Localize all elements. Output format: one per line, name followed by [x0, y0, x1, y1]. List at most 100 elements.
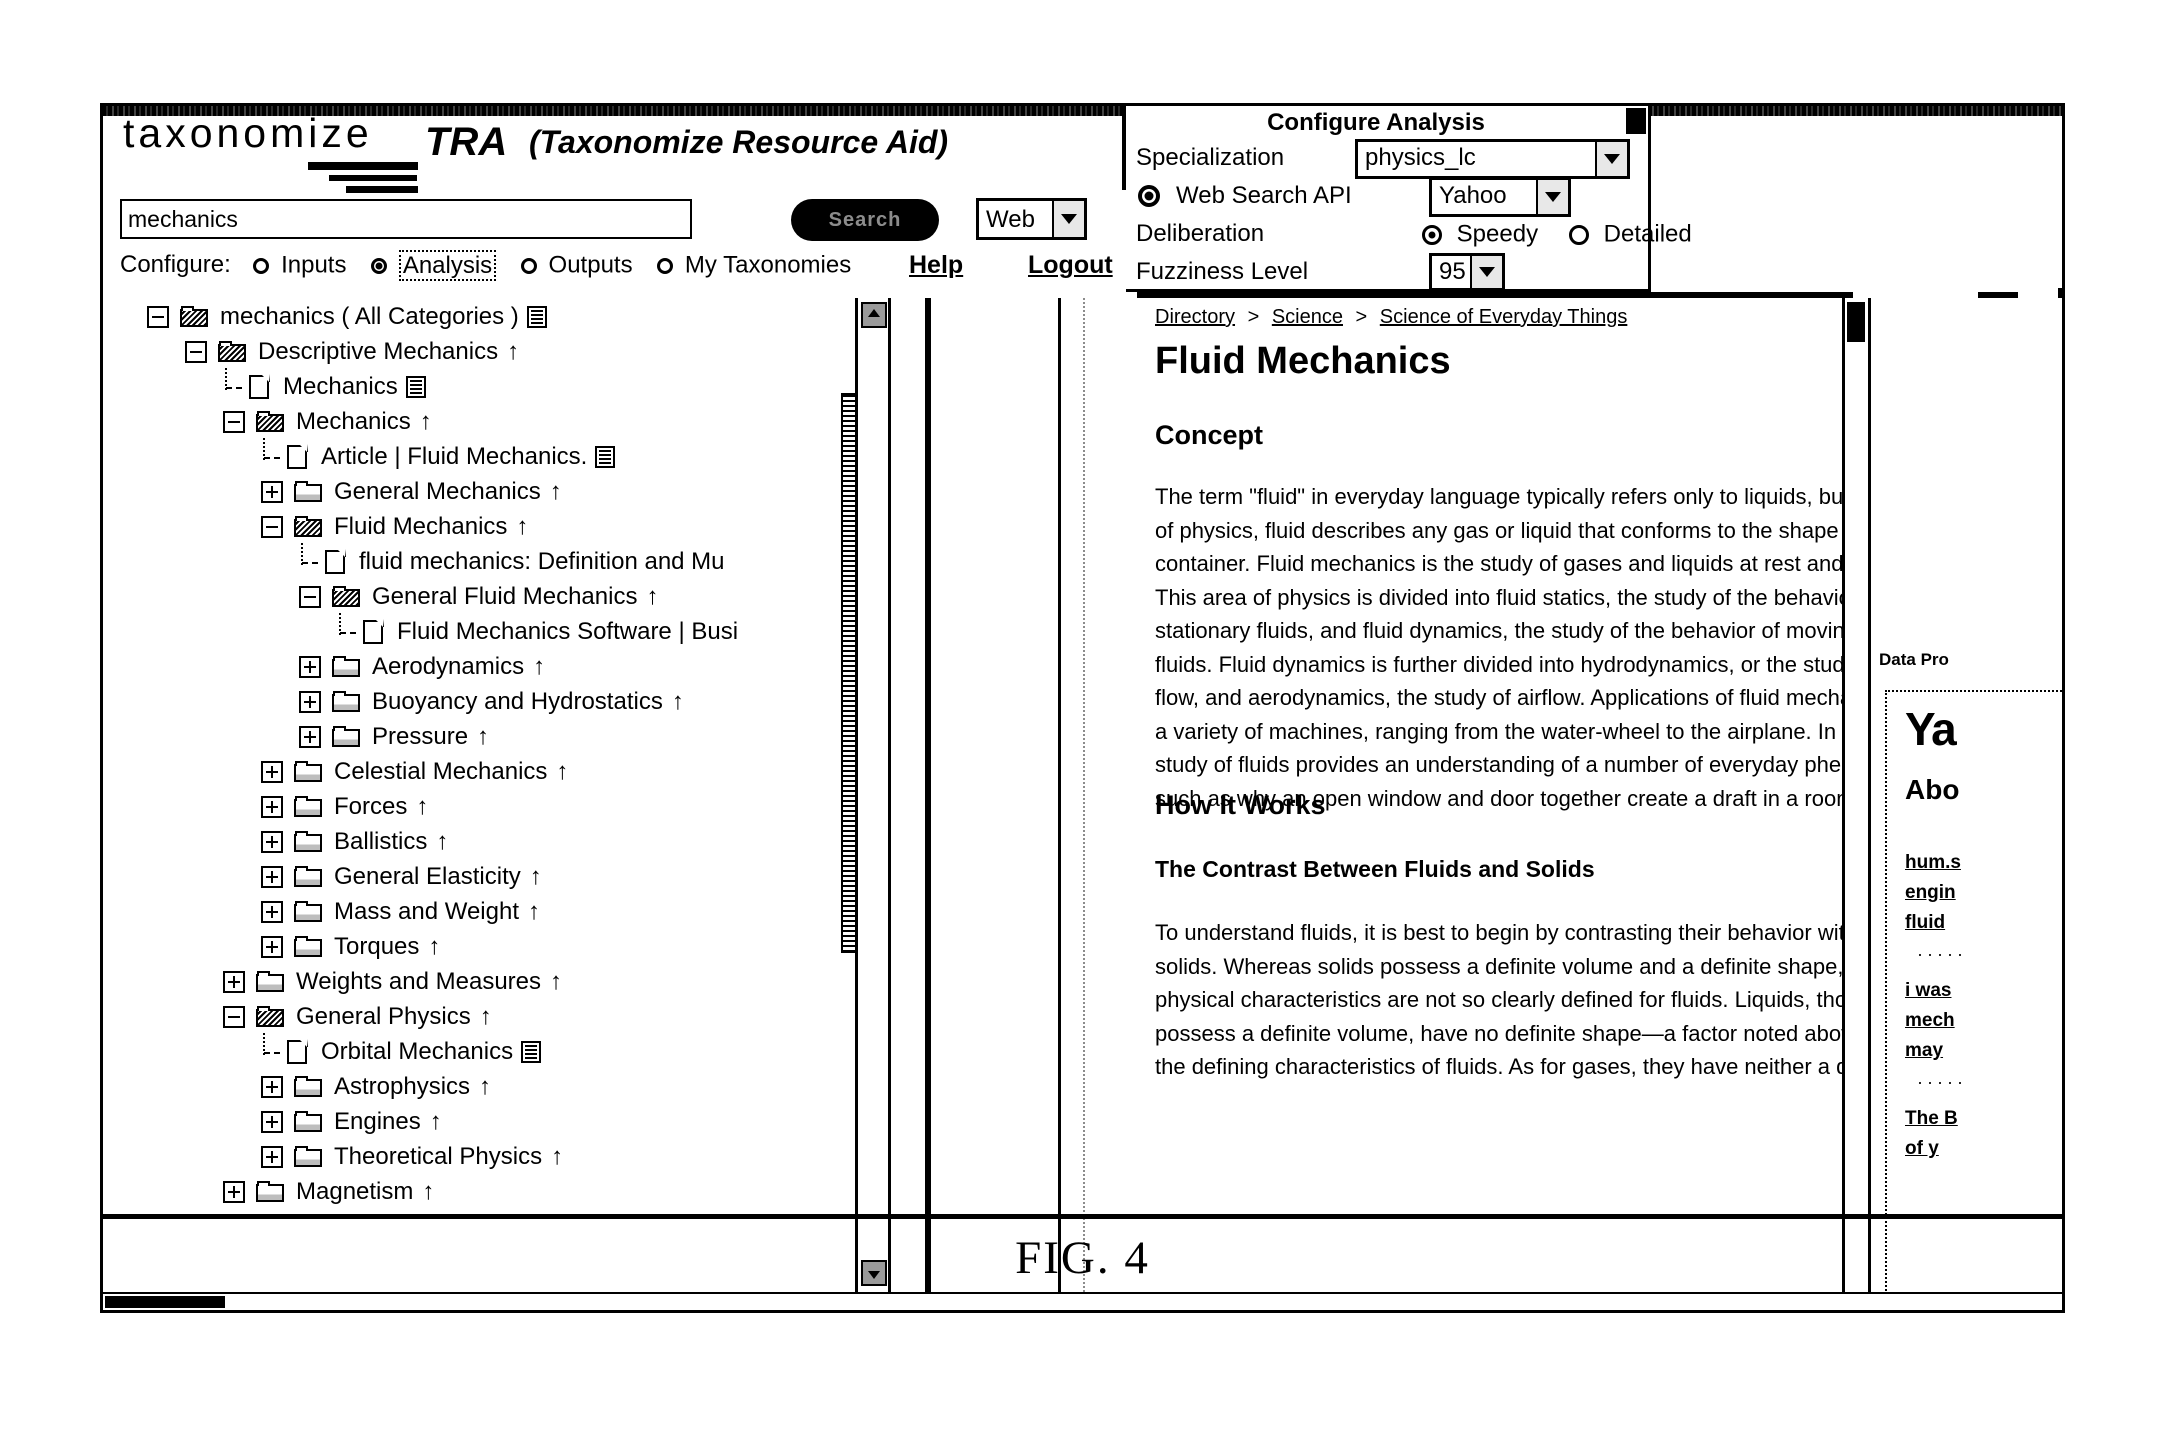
tree-item[interactable]: Astrophysics ↑ — [103, 1068, 803, 1103]
content-pane-scrollbar[interactable] — [1845, 298, 1871, 1292]
tree-expand-plus-icon[interactable] — [261, 1075, 283, 1098]
tree-collapse-minus-icon[interactable] — [223, 410, 245, 433]
configure-option-inputs[interactable]: Inputs — [253, 251, 346, 280]
configure-option-analysis[interactable]: Analysis — [371, 249, 497, 281]
radio-icon-outputs[interactable] — [520, 257, 537, 274]
radio-icon-analysis[interactable] — [371, 257, 388, 274]
tree-expand-plus-icon[interactable] — [261, 900, 283, 923]
page-preview-icon[interactable] — [595, 445, 616, 468]
tree-expand-plus-icon[interactable] — [261, 795, 283, 818]
tree-item[interactable]: Theoretical Physics ↑ — [103, 1138, 803, 1173]
tree-item[interactable]: Pressure ↑ — [103, 718, 803, 753]
tree-collapse-minus-icon[interactable] — [261, 515, 283, 538]
chevron-down-icon[interactable] — [1536, 180, 1568, 214]
tree-item[interactable]: Celestial Mechanics ↑ — [103, 753, 803, 788]
radio-icon-inputs[interactable] — [253, 257, 270, 274]
radio-icon-web-search-api[interactable] — [1138, 185, 1160, 207]
content-pane-scrollbar-thumb[interactable] — [1847, 302, 1865, 342]
provider-link-8[interactable]: of y — [1905, 1138, 1939, 1160]
promote-up-arrow-icon[interactable]: ↑ — [550, 964, 562, 998]
tree-item[interactable]: Mechanics ↑ — [103, 403, 803, 438]
tree-collapse-minus-icon[interactable] — [185, 340, 207, 363]
promote-up-arrow-icon[interactable]: ↑ — [551, 1139, 563, 1173]
promote-up-arrow-icon[interactable]: ↑ — [480, 999, 492, 1033]
tree-item[interactable]: Mass and Weight ↑ — [103, 893, 803, 928]
tree-item[interactable]: Fluid Mechanics ↑ — [103, 508, 803, 543]
tree-expand-plus-icon[interactable] — [261, 865, 283, 888]
radio-icon-detailed[interactable] — [1569, 224, 1589, 245]
tree-expand-plus-icon[interactable] — [261, 830, 283, 853]
promote-up-arrow-icon[interactable]: ↑ — [422, 1174, 434, 1208]
scroll-up-arrow-icon[interactable] — [861, 302, 887, 328]
promote-up-arrow-icon[interactable]: ↑ — [436, 824, 448, 858]
promote-up-arrow-icon[interactable]: ↑ — [428, 929, 440, 963]
radio-icon-my-taxonomies[interactable] — [657, 257, 674, 274]
tree-item[interactable]: Mechanics — [103, 368, 803, 403]
promote-up-arrow-icon[interactable]: ↑ — [477, 719, 489, 753]
tree-item[interactable]: Torques ↑ — [103, 928, 803, 963]
tree-expand-plus-icon[interactable] — [223, 970, 245, 993]
radio-icon-speedy[interactable] — [1422, 224, 1442, 245]
tree-item[interactable]: General Physics ↑ — [103, 998, 803, 1033]
deliberation-option-detailed[interactable]: Detailed — [1569, 220, 1692, 249]
fuzziness-level-select[interactable]: 95 — [1429, 253, 1505, 291]
search-button[interactable]: Search — [791, 199, 939, 241]
tree-expand-plus-icon[interactable] — [299, 655, 321, 678]
search-input[interactable] — [120, 199, 692, 239]
tree-item[interactable]: Article | Fluid Mechanics. — [103, 438, 803, 473]
tree-item[interactable]: Descriptive Mechanics ↑ — [103, 333, 803, 368]
tree-item[interactable]: Weights and Measures ↑ — [103, 963, 803, 998]
tree-item[interactable]: Aerodynamics ↑ — [103, 648, 803, 683]
promote-up-arrow-icon[interactable]: ↑ — [416, 789, 428, 823]
breadcrumb-item-science[interactable]: Science — [1272, 306, 1343, 328]
promote-up-arrow-icon[interactable]: ↑ — [530, 859, 542, 893]
taxonomy-tree-pane[interactable]: mechanics ( All Categories ) Descriptive … — [103, 298, 803, 1310]
tree-collapse-minus-icon[interactable] — [299, 585, 321, 608]
deliberation-option-speedy[interactable]: Speedy — [1422, 220, 1538, 249]
promote-up-arrow-icon[interactable]: ↑ — [430, 1104, 442, 1138]
page-preview-icon[interactable] — [521, 1040, 542, 1063]
provider-link-4[interactable]: i was — [1905, 980, 1951, 1002]
chevron-down-icon[interactable] — [1470, 256, 1502, 288]
tree-expand-plus-icon[interactable] — [299, 690, 321, 713]
tree-item[interactable]: Magnetism ↑ — [103, 1173, 803, 1208]
tree-item[interactable]: General Mechanics ↑ — [103, 473, 803, 508]
tree-item[interactable]: Buoyancy and Hydrostatics ↑ — [103, 683, 803, 718]
tree-item[interactable]: Engines ↑ — [103, 1103, 803, 1138]
chevron-down-icon[interactable] — [1052, 201, 1084, 237]
chevron-down-icon[interactable] — [1595, 142, 1627, 176]
promote-up-arrow-icon[interactable]: ↑ — [516, 509, 528, 543]
left-pane-scrollbar[interactable] — [855, 298, 891, 1310]
tree-expand-plus-icon[interactable] — [261, 480, 283, 503]
tree-expand-plus-icon[interactable] — [223, 1180, 245, 1203]
tree-item[interactable]: Forces ↑ — [103, 788, 803, 823]
web-search-api-select[interactable]: Yahoo — [1429, 177, 1571, 217]
provider-link-2[interactable]: engin — [1905, 882, 1956, 904]
tree-expand-plus-icon[interactable] — [261, 1110, 283, 1133]
search-scope-select[interactable]: Web — [976, 198, 1087, 240]
provider-link-7[interactable]: The B — [1905, 1108, 1958, 1130]
promote-up-arrow-icon[interactable]: ↑ — [528, 894, 540, 928]
provider-link-3[interactable]: fluid — [1905, 912, 1945, 934]
panel-resize-grip[interactable] — [1626, 108, 1646, 134]
logout-link[interactable]: Logout — [1028, 251, 1113, 280]
promote-up-arrow-icon[interactable]: ↑ — [420, 404, 432, 438]
tree-expand-plus-icon[interactable] — [299, 725, 321, 748]
provider-link-6[interactable]: may — [1905, 1040, 1943, 1062]
promote-up-arrow-icon[interactable]: ↑ — [550, 474, 562, 508]
tree-item[interactable]: Fluid Mechanics Software | Busi — [103, 613, 803, 648]
breadcrumb-item-directory[interactable]: Directory — [1155, 306, 1235, 328]
promote-up-arrow-icon[interactable]: ↑ — [507, 334, 519, 368]
breadcrumb-item-science-of-everyday-things[interactable]: Science of Everyday Things — [1380, 306, 1628, 328]
tree-expand-plus-icon[interactable] — [261, 760, 283, 783]
tree-collapse-minus-icon[interactable] — [147, 305, 169, 328]
specialization-select[interactable]: physics_lc — [1355, 139, 1630, 179]
tree-item[interactable]: Ballistics ↑ — [103, 823, 803, 858]
tree-item[interactable]: Orbital Mechanics — [103, 1033, 803, 1068]
tree-item[interactable]: General Fluid Mechanics ↑ — [103, 578, 803, 613]
page-preview-icon[interactable] — [526, 305, 547, 328]
tree-expand-plus-icon[interactable] — [261, 935, 283, 958]
tree-item[interactable]: mechanics ( All Categories ) — [103, 298, 803, 333]
promote-up-arrow-icon[interactable]: ↑ — [672, 684, 684, 718]
tree-item[interactable]: General Elasticity ↑ — [103, 858, 803, 893]
